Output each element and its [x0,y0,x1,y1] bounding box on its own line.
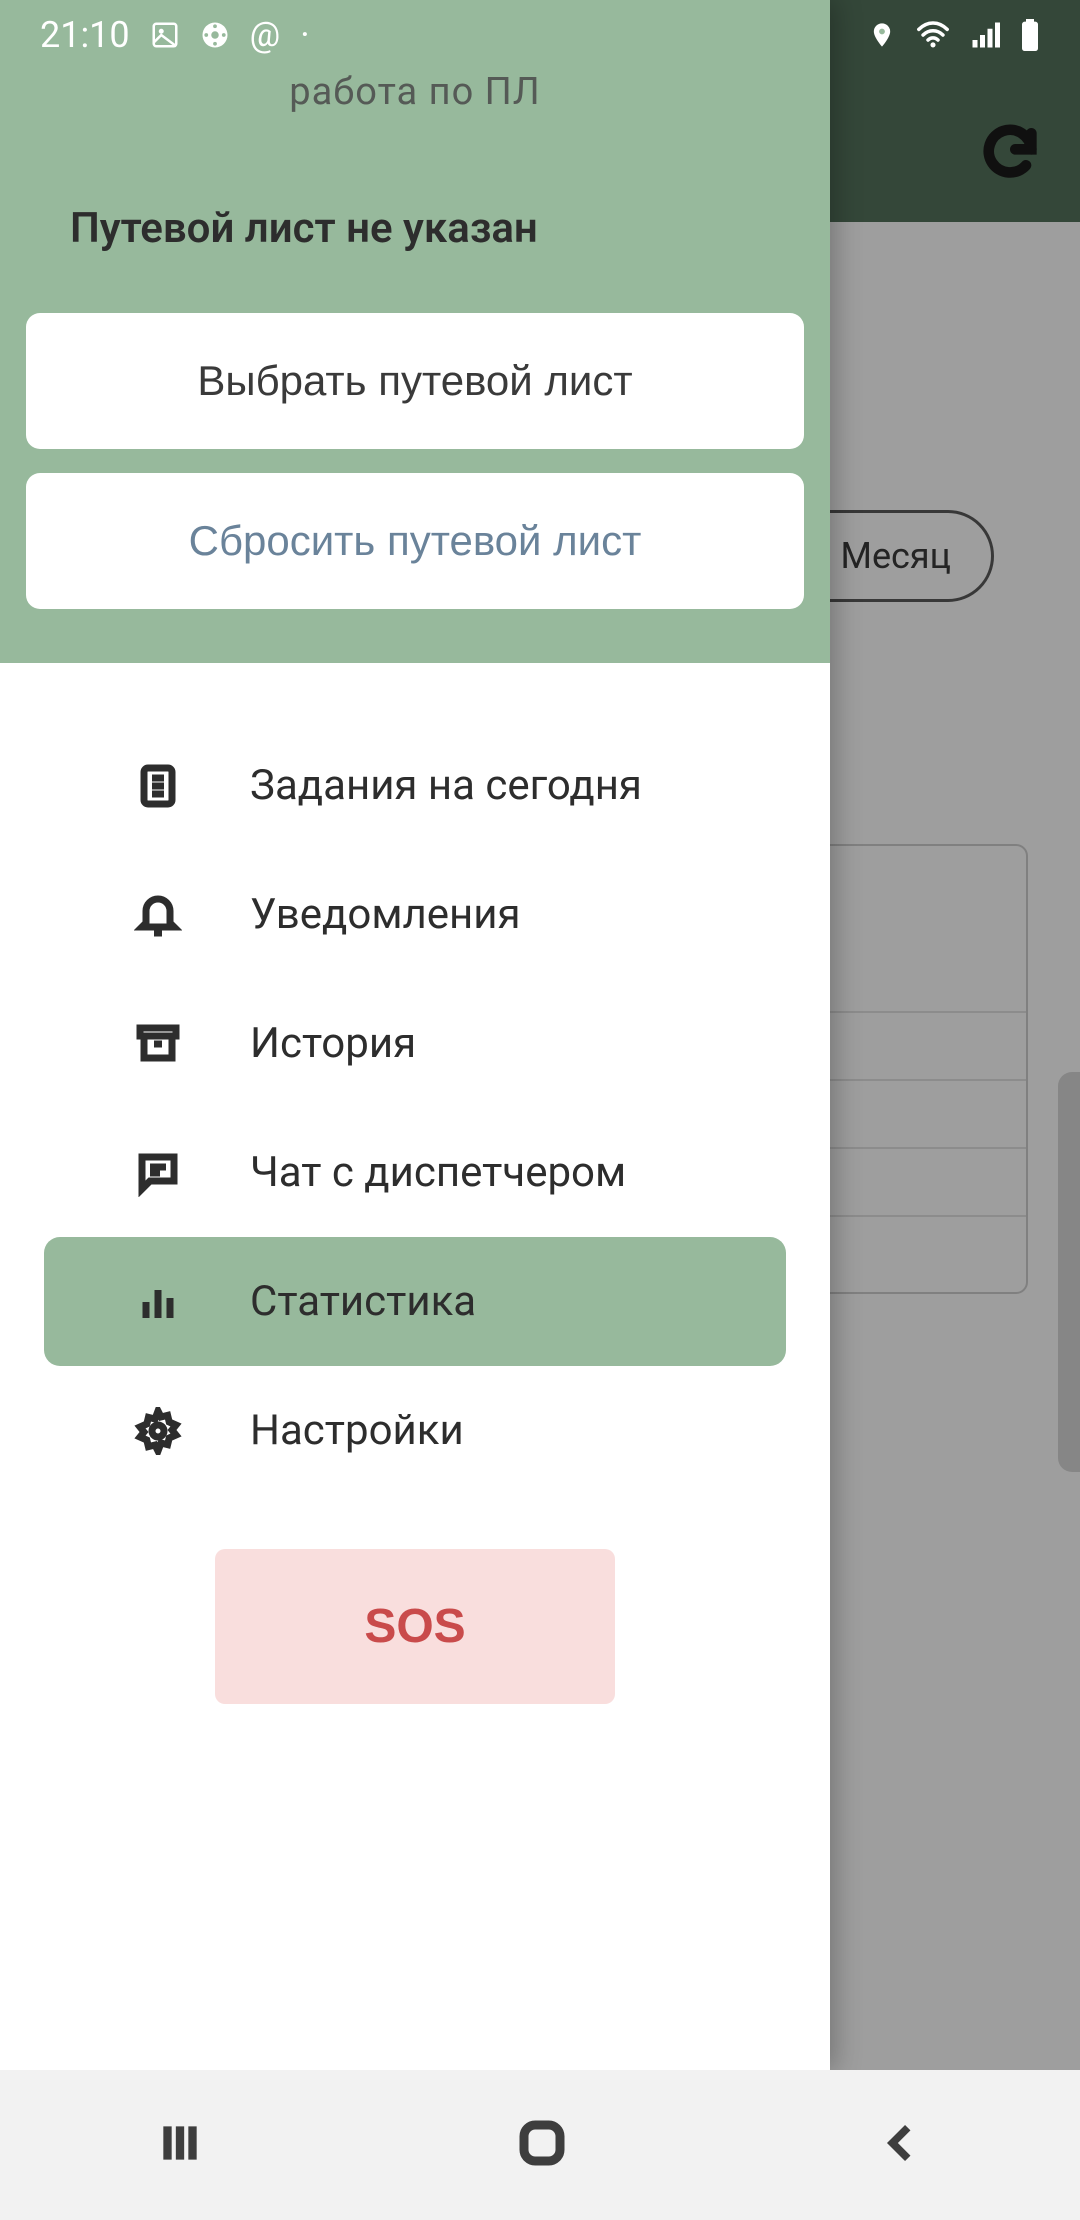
wifi-icon [916,18,950,52]
drawer-header: работа по ПЛ Путевой лист не указан Выбр… [0,0,830,663]
tasks-icon [134,762,182,810]
signal-icon [970,20,1000,50]
status-right [868,18,1040,52]
bell-icon [134,891,182,939]
app-icon [200,20,230,50]
menu-item-stats[interactable]: Статистика [44,1237,786,1366]
menu-label: Уведомления [250,890,521,939]
chat-icon [134,1149,182,1197]
image-icon [150,20,180,50]
menu-label: Чат с диспетчером [250,1148,626,1197]
menu-label: История [250,1019,416,1068]
stats-icon [134,1278,182,1326]
back-button[interactable] [879,2120,925,2170]
system-nav-bar [0,2070,1080,2220]
select-waybill-button[interactable]: Выбрать путевой лист [26,313,804,449]
menu-label: Настройки [250,1406,464,1455]
menu-item-today[interactable]: Задания на сегодня [44,721,786,850]
status-time: 21:10 [40,14,130,56]
status-bar: 21:10 @ · [0,0,1080,70]
navigation-drawer: работа по ПЛ Путевой лист не указан Выбр… [0,0,830,2070]
waybill-status: Путевой лист не указан [70,204,804,253]
drawer-subtitle: работа по ПЛ [26,70,804,114]
gear-icon [134,1407,182,1455]
archive-icon [134,1020,182,1068]
status-left: 21:10 @ · [40,14,310,56]
recents-button[interactable] [155,2118,205,2172]
drawer-menu: Задания на сегодня Уведомления История Ч… [0,663,830,1704]
sos-button[interactable]: SOS [215,1549,615,1704]
home-button[interactable] [515,2116,569,2174]
dot-icon: · [300,14,309,56]
reset-waybill-button[interactable]: Сбросить путевой лист [26,473,804,609]
menu-label: Статистика [250,1277,476,1326]
battery-icon [1020,19,1040,51]
menu-item-settings[interactable]: Настройки [44,1366,786,1495]
menu-item-history[interactable]: История [44,979,786,1108]
location-icon [868,21,896,49]
menu-item-chat[interactable]: Чат с диспетчером [44,1108,786,1237]
at-icon: @ [250,15,281,55]
menu-item-notifications[interactable]: Уведомления [44,850,786,979]
menu-label: Задания на сегодня [250,761,642,810]
